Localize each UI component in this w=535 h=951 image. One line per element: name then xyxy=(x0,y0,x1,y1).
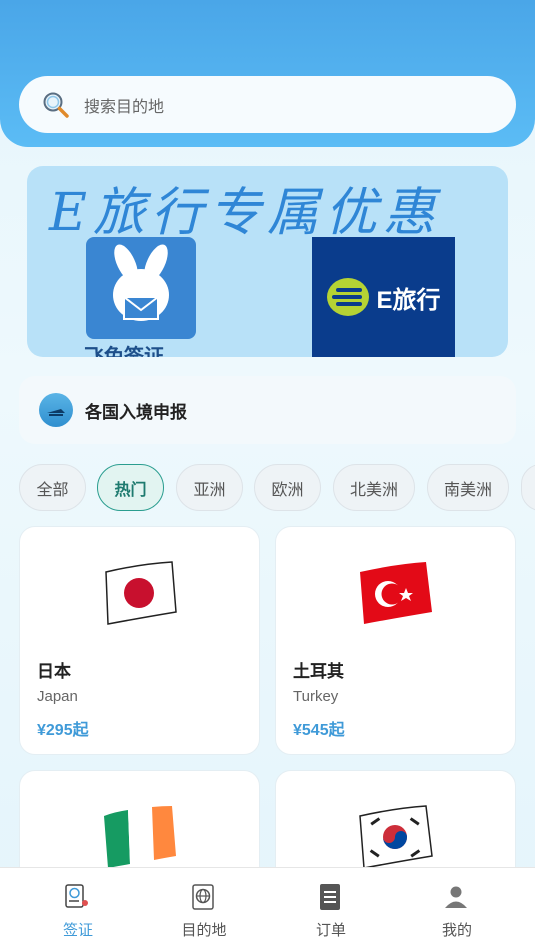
globe-icon xyxy=(192,884,214,910)
plane-icon xyxy=(39,393,73,427)
tab-orders[interactable]: 订单 xyxy=(264,868,398,951)
country-price: ¥545起 xyxy=(293,722,345,739)
country-name-en: Japan xyxy=(37,688,78,705)
turkey-flag-icon xyxy=(360,562,432,624)
chip-label: 亚洲 xyxy=(193,481,226,499)
tab-label: 签证 xyxy=(62,922,93,939)
chip-label: 热门 xyxy=(114,481,147,499)
tab-visa[interactable]: 签证 xyxy=(11,868,145,951)
order-icon xyxy=(320,884,340,910)
search-icon xyxy=(43,92,69,118)
bottom-tab-bar: 签证 目的地 订单 我的 xyxy=(0,867,535,951)
user-icon xyxy=(445,886,467,908)
country-card-turkey[interactable]: 土耳其 Turkey ¥545起 xyxy=(275,526,516,755)
search-bar[interactable]: 搜索目的地 xyxy=(19,76,516,133)
tab-label: 我的 xyxy=(441,922,472,939)
entry-report-button[interactable]: 各国入境申报 xyxy=(19,376,516,444)
banner-logo-right-text: E旅行 xyxy=(376,286,441,314)
chip-south-america[interactable]: 南美洲 xyxy=(427,464,509,511)
promo-banner[interactable]: E旅行专属优惠 飞兔签证 E旅行 xyxy=(27,166,508,357)
search-placeholder: 搜索目的地 xyxy=(84,98,165,116)
tab-label: 目的地 xyxy=(181,922,227,939)
tab-me[interactable]: 我的 xyxy=(390,868,524,951)
chip-label: 南美洲 xyxy=(443,481,492,499)
region-filter-chips: 全部 热门 亚洲 欧洲 北美洲 南美洲 xyxy=(19,464,535,511)
ireland-flag-icon xyxy=(104,806,176,868)
country-name: 日本 xyxy=(37,662,71,681)
e-travel-logo-icon xyxy=(327,278,370,316)
visa-icon xyxy=(65,884,88,908)
chip-all[interactable]: 全部 xyxy=(19,464,86,511)
entry-report-label: 各国入境申报 xyxy=(85,402,187,422)
south-korea-flag-icon xyxy=(359,805,433,869)
tab-label: 订单 xyxy=(315,922,346,939)
japan-flag-icon xyxy=(105,561,177,625)
chip-hot[interactable]: 热门 xyxy=(97,464,164,511)
chip-north-america[interactable]: 北美洲 xyxy=(333,464,415,511)
tab-destination[interactable]: 目的地 xyxy=(137,868,271,951)
banner-title: E旅行专属优惠 xyxy=(49,183,441,243)
e-travel-logo: E旅行 xyxy=(312,237,455,357)
chip-more[interactable] xyxy=(521,464,535,511)
country-name: 土耳其 xyxy=(293,662,344,681)
country-price: ¥295起 xyxy=(37,722,89,739)
chip-label: 全部 xyxy=(36,481,69,499)
chip-europe[interactable]: 欧洲 xyxy=(254,464,321,511)
banner-logo-left-text: 飞兔签证 xyxy=(84,346,164,357)
chip-asia[interactable]: 亚洲 xyxy=(176,464,243,511)
rabbit-logo-icon xyxy=(86,237,196,339)
country-name-en: Turkey xyxy=(293,688,339,705)
country-card-japan[interactable]: 日本 Japan ¥295起 xyxy=(19,526,260,755)
chip-label: 北美洲 xyxy=(349,481,398,499)
chip-label: 欧洲 xyxy=(271,481,304,499)
